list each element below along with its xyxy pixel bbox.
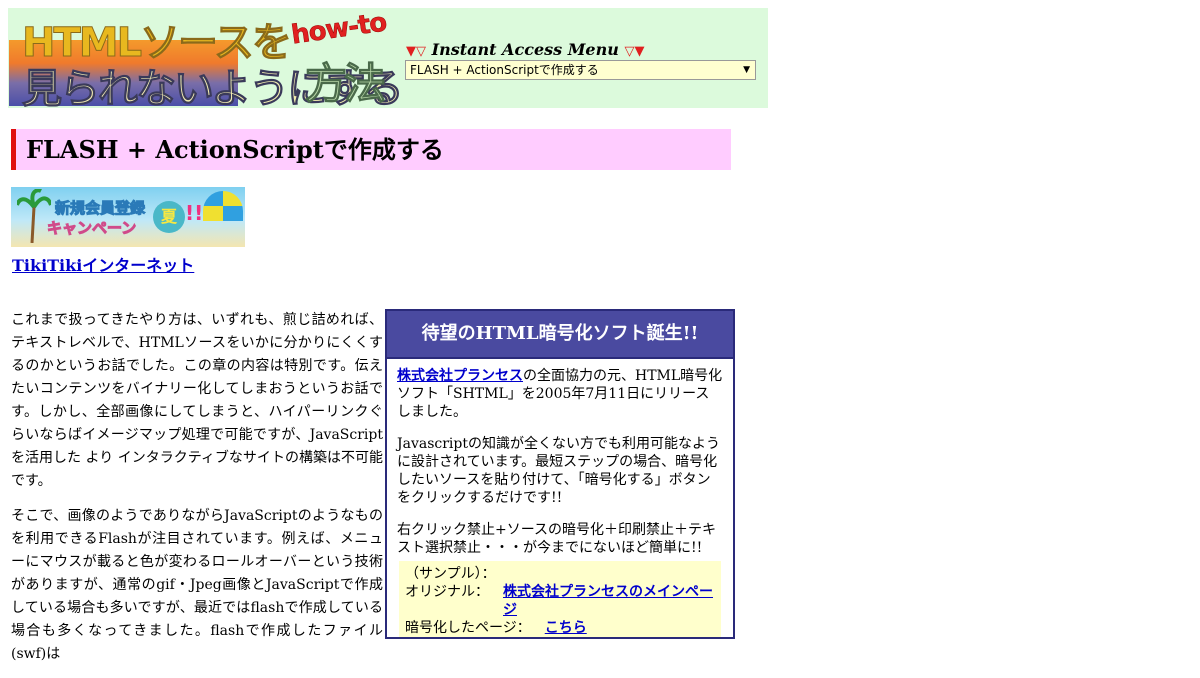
chevron-down-icon: ▼ [743,65,750,75]
original-page-link[interactable]: 株式会社プランセスのメインページ [503,583,715,619]
banner-sun-badge: 夏 [153,201,185,233]
article-paragraph-1: これまで扱ってきたやり方は、いずれも、煎じ詰めれば、テキストレベルで、HTMLソ… [11,312,383,489]
planses-company-link[interactable]: 株式会社プランセス [397,368,523,384]
beach-umbrella-icon [203,191,243,221]
banner-exclaim: !! [185,201,204,225]
page-title: FLASH + ActionScriptで作成する [11,129,731,170]
instant-access-menu-title: ▼▽ Instant Access Menu ▽▼ [406,40,644,59]
logo-houhou: 方法 [304,59,386,109]
palm-tree-icon [17,189,51,243]
site-logo[interactable]: HTMLソースを 見られないようにする how-to 方法 [8,7,404,113]
triangle-down-icon: ▽▼ [624,44,645,59]
tikitiki-internet-link[interactable]: TikiTikiインターネット [12,252,194,276]
article-body: これまで扱ってきたやり方は、いずれも、煎じ詰めれば、テキストレベルで、HTMLソ… [11,309,383,678]
promo-body: 株式会社プランセスの全面協力の元、HTML暗号化ソフト「SHTML」を2005年… [387,359,733,637]
promo-paragraph-1: 株式会社プランセスの全面協力の元、HTML暗号化ソフト「SHTML」を2005年… [397,367,723,421]
promo-heading: 待望のHTML暗号化ソフト誕生!! [387,311,733,359]
logo-howto: how-to [289,7,389,51]
select-value: FLASH + ActionScriptで作成する [410,63,599,77]
banner-line2: キャンペーン [46,219,137,238]
site-header: HTMLソースを 見られないようにする how-to 方法 ▼▽ Instant… [8,7,768,113]
encrypted-page-link[interactable]: こちら [545,619,587,637]
menu-title-text: Instant Access Menu [431,40,619,59]
sample-encrypted-row: 暗号化したページ： こちら [405,619,715,637]
article-paragraph-2: そこで、画像のようでありながらJavaScriptのようなものを利用できるFla… [11,508,383,662]
triangle-down-icon: ▼▽ [406,44,426,59]
banner-line1: 新規会員登録 [54,199,146,218]
sample-label: （サンプル）： [405,566,496,582]
original-label: オリジナル： [405,584,489,600]
campaign-banner[interactable]: 新規会員登録 キャンペーン 夏 !! [11,187,245,247]
sample-links: （サンプル）： オリジナル： 株式会社プランセスのメインページ 暗号化したページ… [399,561,721,637]
shtml-promo-box: 待望のHTML暗号化ソフト誕生!! 株式会社プランセスの全面協力の元、HTML暗… [385,309,735,639]
instant-access-select[interactable]: FLASH + ActionScriptで作成する ▼ [405,60,756,80]
sample-original-row: オリジナル： 株式会社プランセスのメインページ [405,583,715,619]
promo-paragraph-2: Javascriptの知識が全くない方でも利用可能なように設計されています。最短… [397,436,720,506]
promo-paragraph-3: 右クリック禁止+ソースの暗号化＋印刷禁止＋テキスト選択禁止・・・が今までにないほ… [397,522,717,556]
encrypted-label: 暗号化したページ： [405,620,531,636]
